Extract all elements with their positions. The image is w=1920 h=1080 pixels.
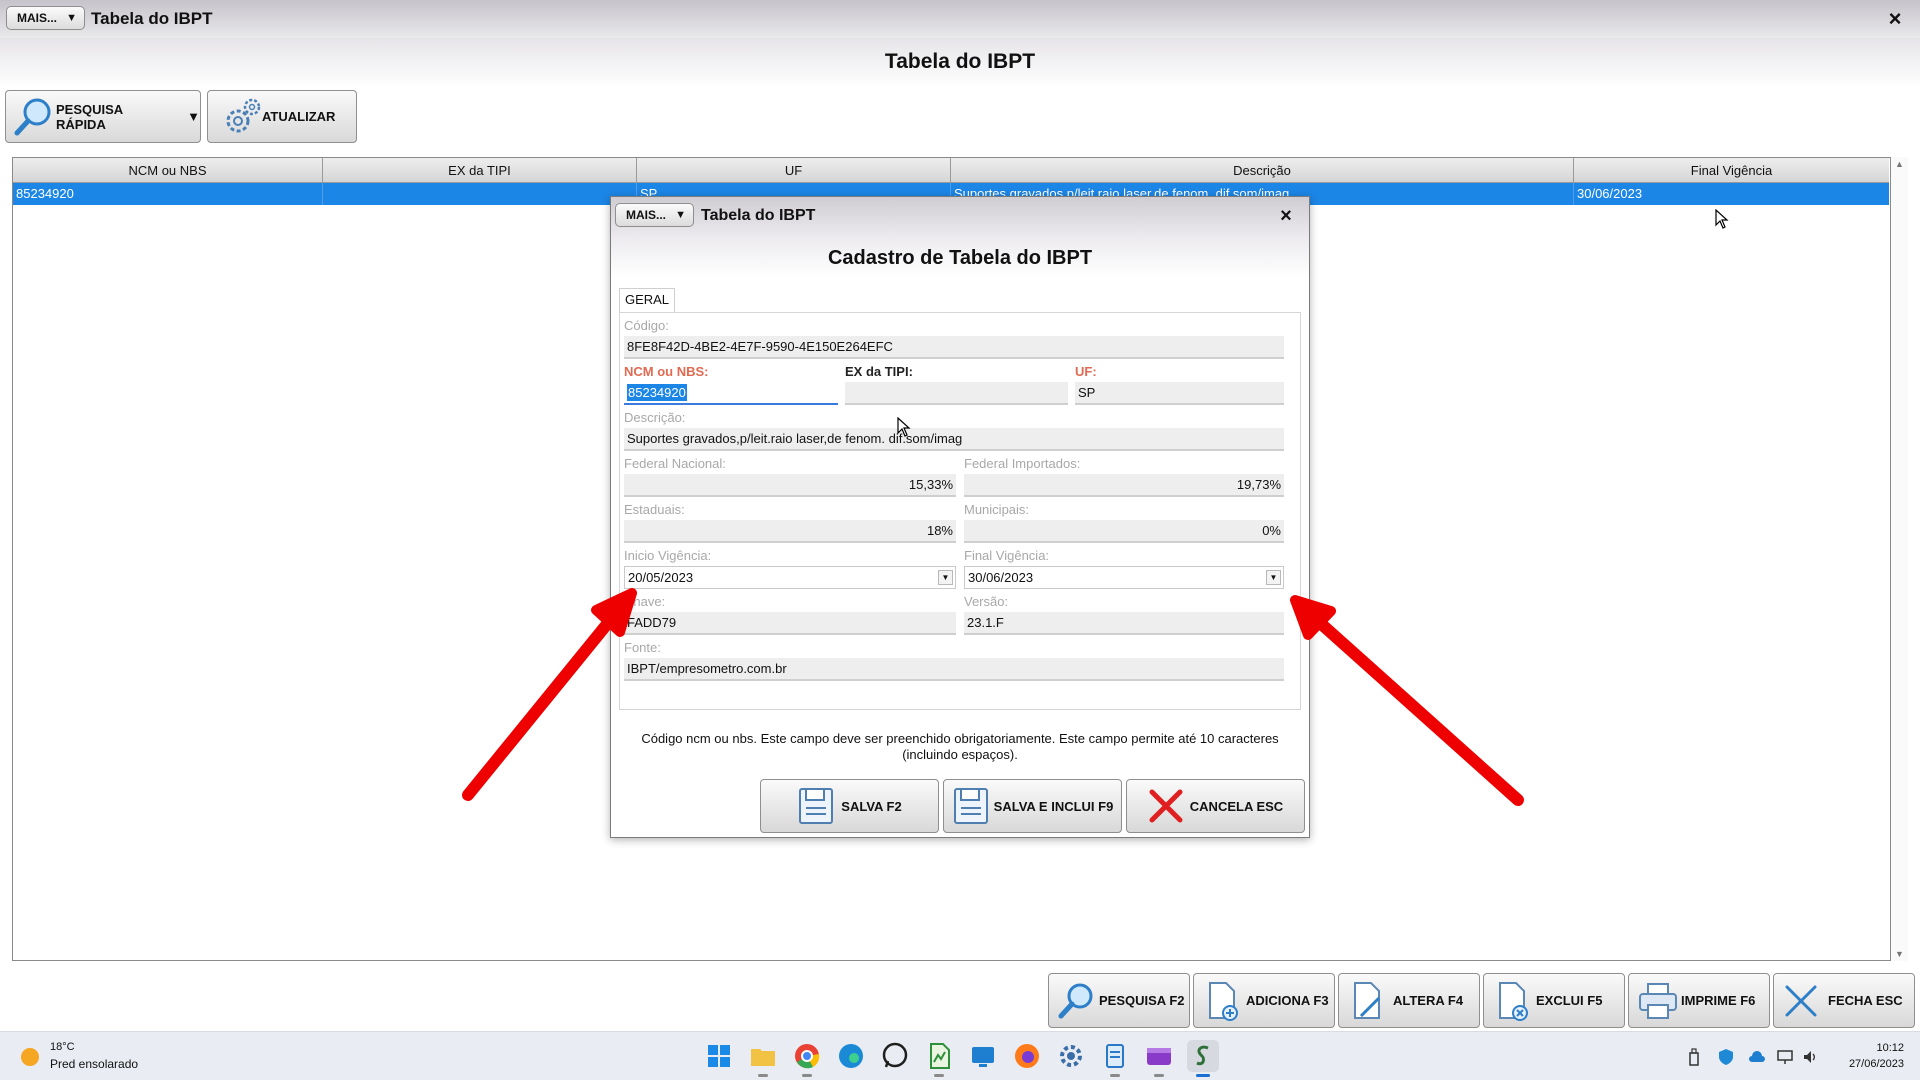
edit-f4-label: ALTERA F4 [1393, 993, 1464, 1008]
system-tray [1680, 1046, 1820, 1068]
whatsapp-icon[interactable] [879, 1040, 911, 1072]
delete-document-icon [1499, 981, 1528, 1021]
usb-icon[interactable] [1688, 1048, 1700, 1066]
print-f6-label: IMPRIME F6 [1681, 993, 1756, 1008]
weather-description: Pred ensolarado [50, 1057, 139, 1071]
left-annotation-arrow [462, 588, 637, 801]
delete-f5-button[interactable]: EXCLUI F5 [1483, 973, 1625, 1028]
erp-app-icon[interactable] [1187, 1040, 1219, 1077]
cloud-icon[interactable] [1748, 1050, 1766, 1064]
delete-f5-label: EXCLUI F5 [1536, 993, 1603, 1008]
security-shield-icon[interactable] [1718, 1048, 1734, 1066]
magnifier-icon [1058, 983, 1093, 1018]
close-esc-button[interactable]: FECHA ESC [1773, 973, 1915, 1028]
printer-icon [1639, 982, 1677, 1019]
close-x-icon [1785, 985, 1817, 1016]
weather-widget[interactable]: 18°C Pred ensolarado [0, 1032, 160, 1080]
media-app-icon[interactable] [1143, 1040, 1175, 1077]
new-document-icon [1209, 981, 1238, 1021]
right-annotation-arrow [1290, 595, 1524, 806]
print-f6-button[interactable]: IMPRIME F6 [1628, 973, 1770, 1028]
annotation-arrows [462, 588, 1524, 806]
weather-temperature: 18°C [50, 1041, 75, 1053]
sun-icon [21, 1048, 39, 1066]
clock-date: 27/06/2023 [1848, 1058, 1904, 1070]
add-f3-label: ADICIONA F3 [1246, 993, 1329, 1008]
start-icon[interactable] [703, 1040, 735, 1072]
notepad-icon[interactable] [1099, 1040, 1131, 1077]
search-f2-label: PESQUISA F2 [1099, 993, 1185, 1008]
edge-icon[interactable] [835, 1040, 867, 1072]
edit-f4-button[interactable]: ALTERA F4 [1338, 973, 1480, 1028]
spreadsheet-app-icon[interactable] [923, 1040, 955, 1077]
edit-document-icon [1354, 981, 1381, 1019]
file-explorer-icon[interactable] [747, 1040, 779, 1077]
close-esc-label: FECHA ESC [1828, 993, 1903, 1008]
clock-time: 10:12 [1876, 1042, 1904, 1054]
settings-gear-icon[interactable] [1055, 1040, 1087, 1072]
remote-app-icon[interactable] [967, 1040, 999, 1072]
windows-taskbar: 18°C Pred ensolarado 10:12 27/06/2023 [0, 1031, 1920, 1080]
volume-icon[interactable] [1802, 1049, 1818, 1065]
network-icon[interactable] [1776, 1049, 1794, 1065]
chrome-icon[interactable] [791, 1040, 823, 1077]
add-f3-button[interactable]: ADICIONA F3 [1193, 973, 1335, 1028]
firefox-icon[interactable] [1011, 1040, 1043, 1072]
search-f2-button[interactable]: PESQUISA F2 [1048, 973, 1190, 1028]
